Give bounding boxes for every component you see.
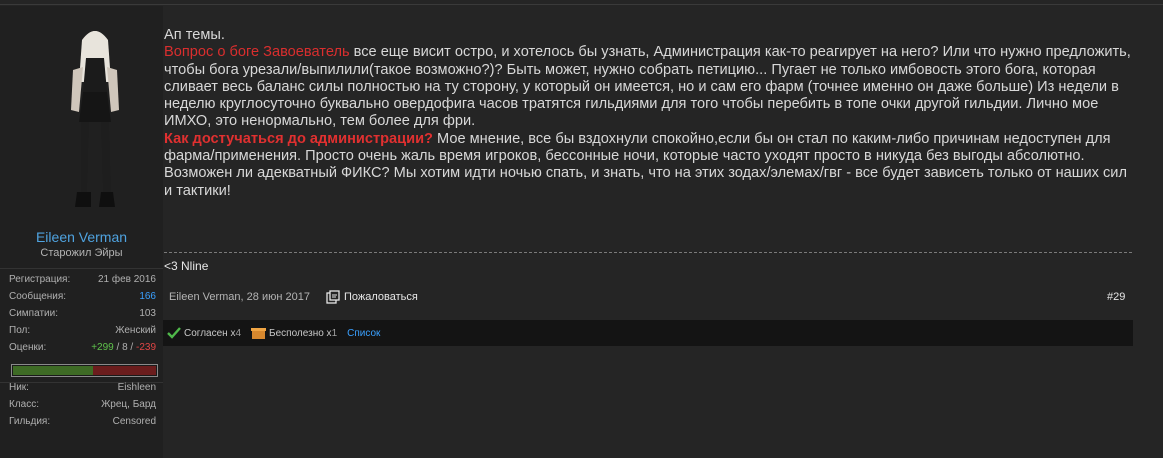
report-icon bbox=[326, 290, 340, 304]
stat-label: Класс: bbox=[9, 399, 39, 410]
stat-label: Сообщения: bbox=[9, 291, 67, 302]
ratings-value: +299 / 8 / -239 bbox=[91, 342, 156, 353]
post-paragraph: Возможен ли адекватный ФИКС? Мы хотим ид… bbox=[164, 165, 1127, 199]
post-number[interactable]: #29 bbox=[1107, 291, 1125, 303]
stat-value: Женский bbox=[115, 325, 156, 336]
stat-gender: Пол: Женский bbox=[9, 325, 156, 339]
stat-class: Класс: Жрец, Бард bbox=[9, 399, 156, 413]
post-paragraph: Как достучаться до администрации? Мое мн… bbox=[164, 131, 1134, 166]
signature: <3 Nline bbox=[164, 259, 209, 273]
stat-value: Жрец, Бард bbox=[101, 399, 156, 410]
user-sidebar: Eileen Verman Старожил Эйры Регистрация:… bbox=[0, 6, 163, 458]
stat-label: Ник: bbox=[9, 382, 29, 393]
reaction-useless[interactable]: Бесполезно x 1 bbox=[251, 327, 337, 340]
username[interactable]: Eileen Verman bbox=[0, 229, 163, 245]
sidebar-divider bbox=[0, 268, 163, 269]
report-label[interactable]: Пожаловаться bbox=[344, 291, 418, 303]
checkmark-icon bbox=[167, 327, 181, 339]
avatar[interactable] bbox=[55, 22, 135, 222]
stat-value[interactable]: 166 bbox=[139, 291, 156, 302]
user-title: Старожил Эйры bbox=[40, 247, 123, 259]
stat-label: Регистрация: bbox=[9, 274, 71, 285]
reputation-negative-fill bbox=[93, 366, 156, 375]
stat-value: Censored bbox=[112, 416, 156, 427]
stat-value: 21 фев 2016 bbox=[97, 274, 156, 285]
box-icon bbox=[251, 327, 267, 339]
report-button[interactable]: Пожаловаться bbox=[326, 289, 418, 305]
stat-label: Симпатии: bbox=[9, 308, 58, 319]
ratings-sep: / bbox=[113, 342, 123, 353]
post-highlight: Вопрос о боге Завоеватель bbox=[164, 44, 350, 61]
reaction-agree[interactable]: Согласен x 4 bbox=[167, 327, 241, 339]
stat-label: Пол: bbox=[9, 325, 31, 336]
reaction-label: Согласен x bbox=[184, 327, 236, 339]
post-meta[interactable]: Eileen Verman, 28 июн 2017 bbox=[169, 291, 310, 303]
stat-label: Оценки: bbox=[9, 342, 47, 353]
reputation-positive-fill bbox=[13, 366, 93, 375]
top-divider bbox=[0, 4, 1163, 5]
reaction-label: Бесполезно x bbox=[269, 327, 332, 339]
stat-ratings: Оценки: +299 / 8 / -239 bbox=[9, 342, 156, 356]
post-paragraph: Вопрос о боге Завоеватель все еще висит … bbox=[164, 44, 1134, 130]
reputation-bar bbox=[11, 364, 158, 377]
ratings-sep: / bbox=[127, 342, 136, 353]
reactions-list-link[interactable]: Список bbox=[347, 328, 380, 339]
reactions-bar: Согласен x 4 Бесполезно x 1 Список bbox=[163, 320, 1133, 346]
stat-guild: Гильдия: Censored bbox=[9, 416, 156, 430]
reaction-count: 4 bbox=[235, 327, 242, 339]
stat-label: Гильдия: bbox=[9, 416, 51, 427]
stat-value: 103 bbox=[139, 308, 156, 319]
post-body: Ап темы. Вопрос о боге Завоеватель все е… bbox=[164, 27, 1134, 200]
stat-messages[interactable]: Сообщения: 166 bbox=[9, 291, 156, 305]
post-line: Ап темы. bbox=[164, 27, 225, 43]
stat-likes: Симпатии: 103 bbox=[9, 308, 156, 322]
ratings-positive: +299 bbox=[91, 342, 114, 353]
stat-registration: Регистрация: 21 фев 2016 bbox=[9, 274, 156, 288]
reaction-count: 1 bbox=[331, 327, 338, 339]
stat-nick: Ник: Eishleen bbox=[9, 382, 156, 396]
ratings-negative: -239 bbox=[135, 342, 156, 353]
stat-value: Eishleen bbox=[117, 382, 156, 393]
post-highlight: Как достучаться до администрации? bbox=[164, 130, 433, 147]
signature-divider bbox=[164, 252, 1132, 253]
